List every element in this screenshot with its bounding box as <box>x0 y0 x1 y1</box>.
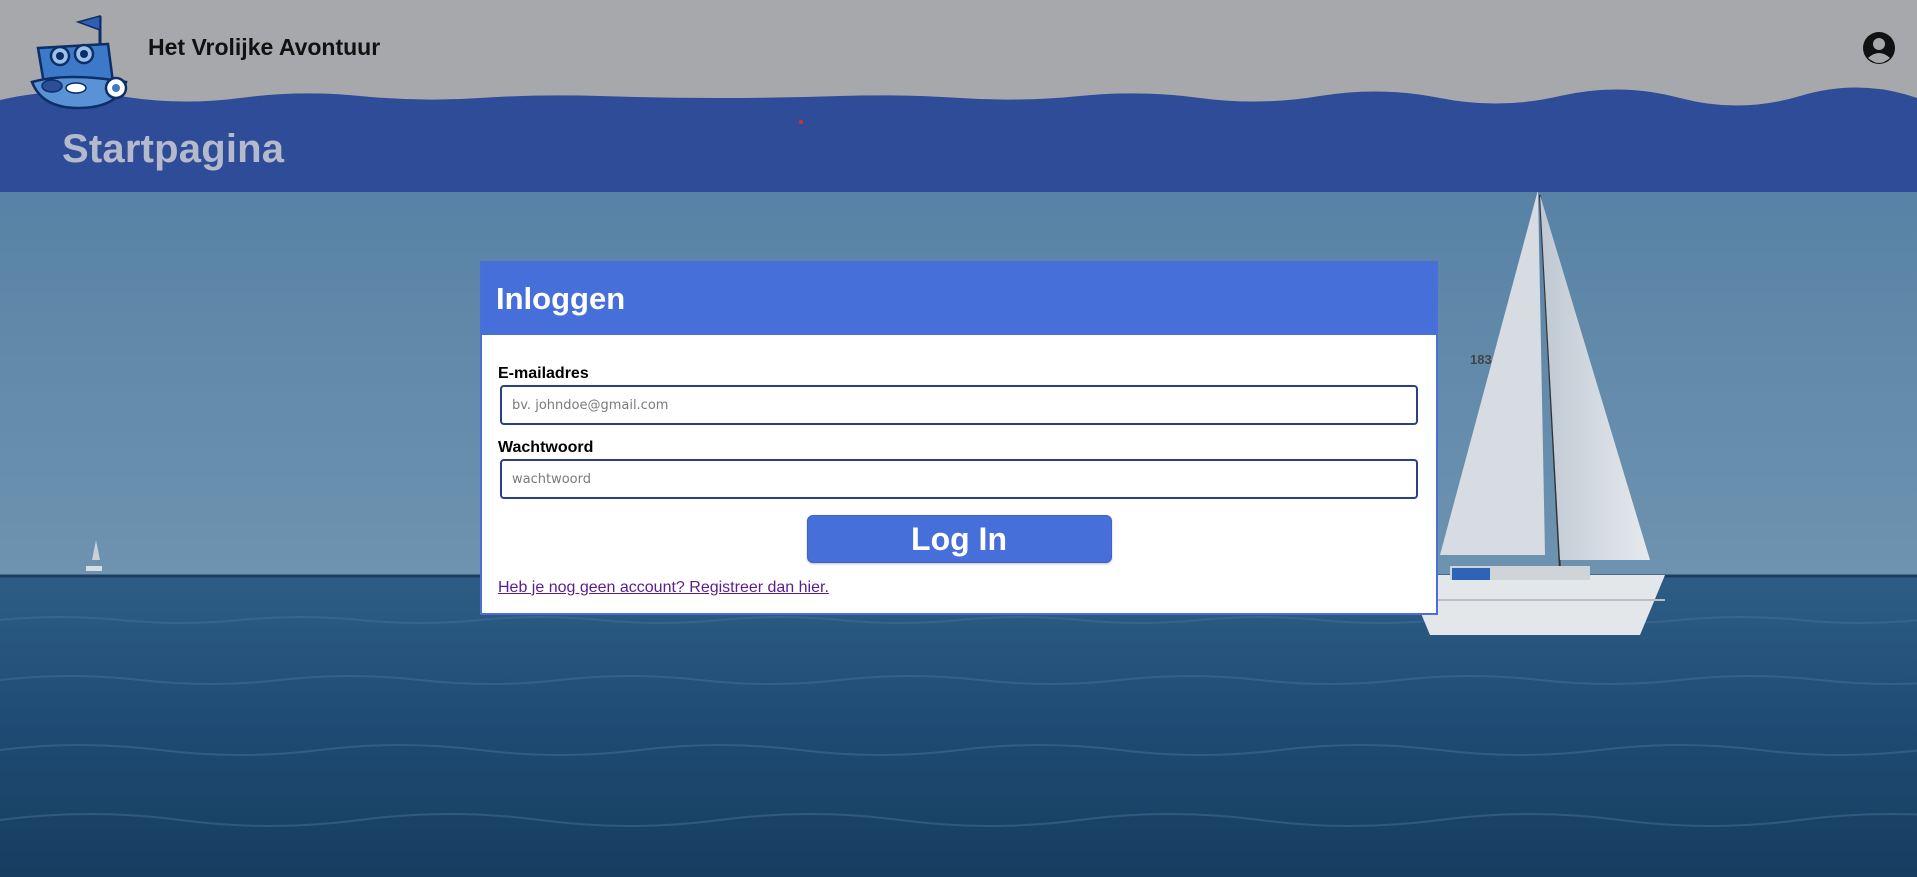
email-label: E-mailadres <box>498 365 589 382</box>
password-field[interactable] <box>500 459 1418 499</box>
login-form: E-mailadres Wachtwoord Log In Heb je nog… <box>482 335 1436 597</box>
sail-number: 183 <box>1470 352 1492 367</box>
login-card-header: Inloggen <box>482 263 1436 335</box>
marker-dot <box>799 120 803 124</box>
email-field[interactable] <box>500 385 1418 425</box>
register-link[interactable]: Heb je nog geen account? Registreer dan … <box>498 579 829 597</box>
login-button[interactable]: Log In <box>806 515 1112 563</box>
login-title: Inloggen <box>496 281 626 316</box>
wave-banner <box>0 87 1917 192</box>
boat-logo-icon <box>30 15 128 110</box>
page-title: Startpagina <box>62 127 285 171</box>
site-title: Het Vrolijke Avontuur <box>148 34 381 60</box>
login-card: Inloggen E-mailadres Wachtwoord Log In H… <box>480 261 1438 615</box>
submit-row: Log In <box>498 515 1420 563</box>
account-circle-icon[interactable] <box>1862 31 1896 65</box>
password-label: Wachtwoord <box>498 439 594 456</box>
